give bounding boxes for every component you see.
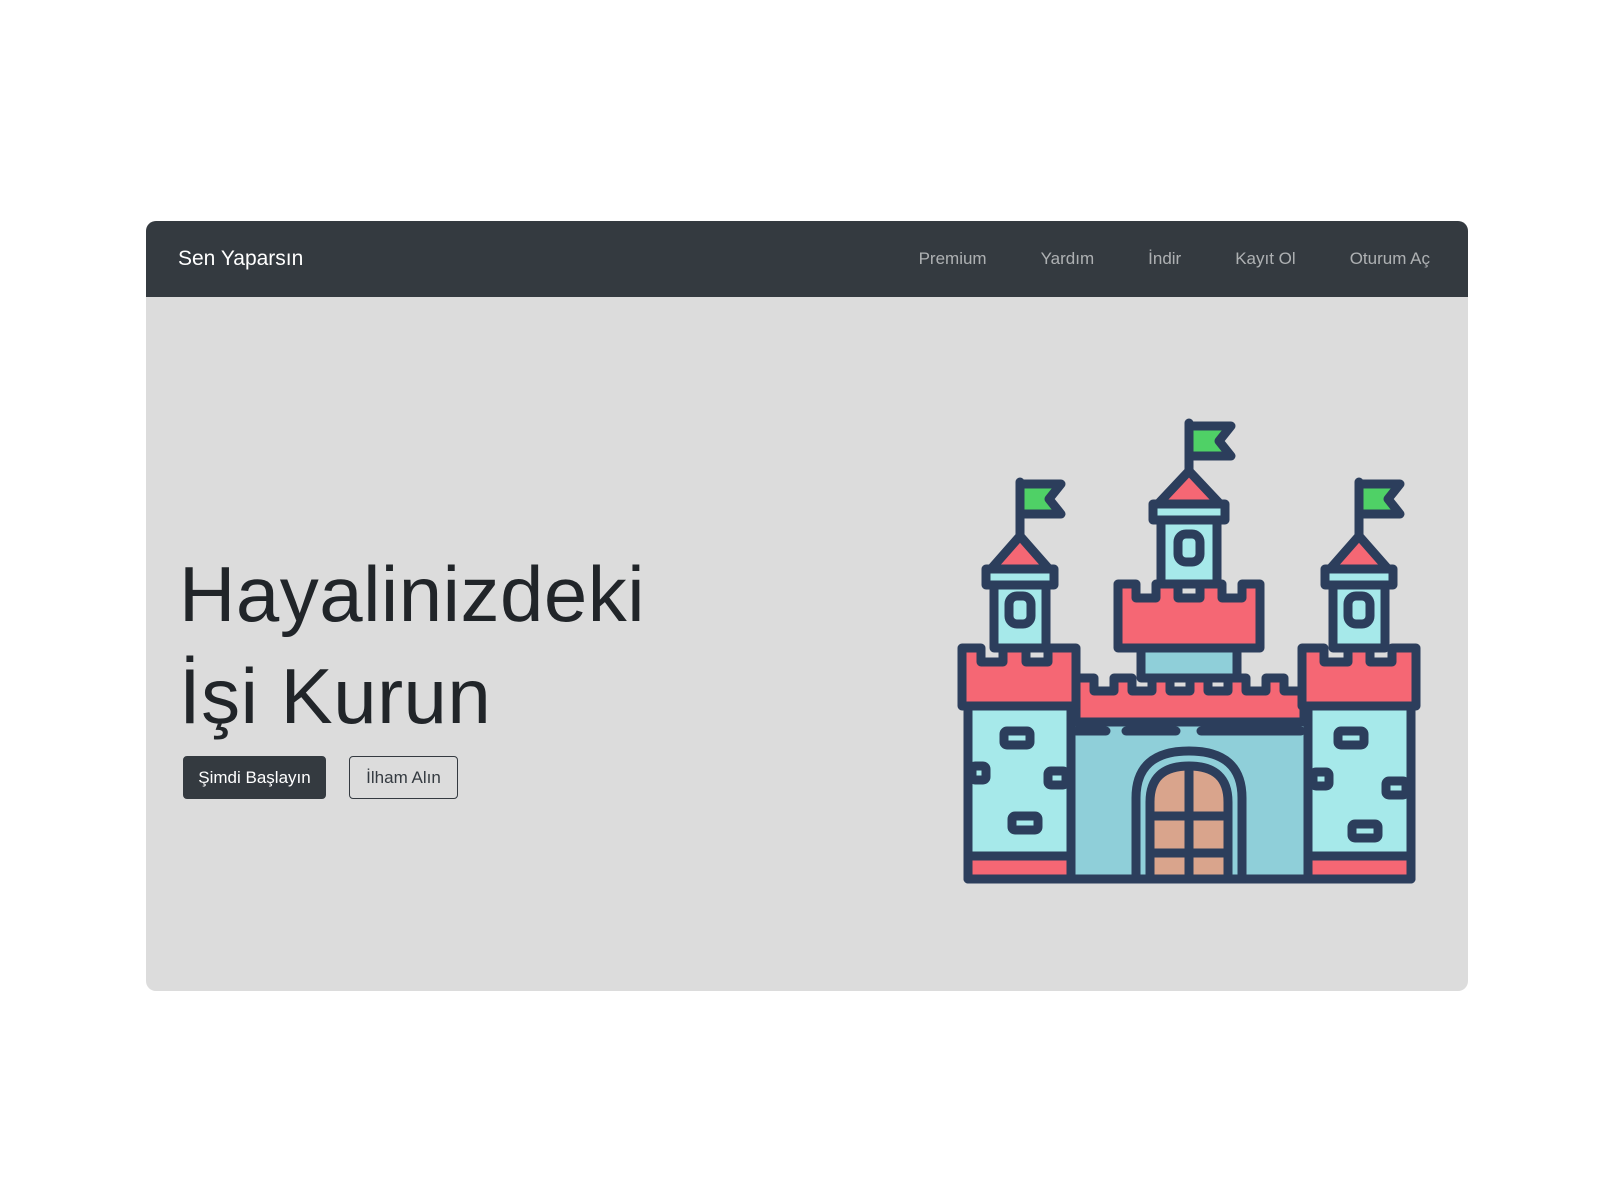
get-inspired-button[interactable]: İlham Alın [349, 756, 458, 799]
hero-title: Hayalinizdeki İşi Kurun [179, 543, 645, 747]
hero-card: Sen Yaparsın Premium Yardım İndir Kayıt … [146, 221, 1468, 991]
nav-link-help[interactable]: Yardım [1041, 249, 1095, 269]
navbar: Sen Yaparsın Premium Yardım İndir Kayıt … [146, 221, 1468, 297]
nav-link-login[interactable]: Oturum Aç [1350, 249, 1430, 269]
nav-links: Premium Yardım İndir Kayıt Ol Oturum Aç [919, 221, 1430, 297]
nav-link-signup[interactable]: Kayıt Ol [1235, 249, 1295, 269]
hero-title-line1: Hayalinizdeki [179, 550, 646, 638]
castle-icon [957, 418, 1421, 884]
hero-title-line2: İşi Kurun [179, 652, 492, 740]
nav-link-premium[interactable]: Premium [919, 249, 987, 269]
get-started-button[interactable]: Şimdi Başlayın [183, 756, 326, 799]
nav-link-download[interactable]: İndir [1148, 249, 1181, 269]
navbar-brand[interactable]: Sen Yaparsın [178, 221, 303, 297]
